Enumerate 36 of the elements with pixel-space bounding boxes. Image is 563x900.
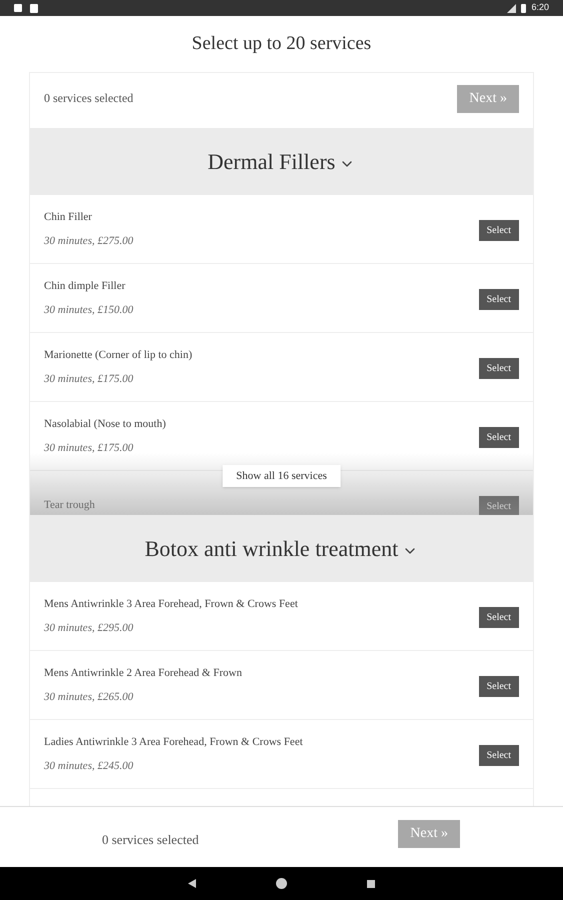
category-title: Dermal Fillers xyxy=(208,148,336,176)
select-button[interactable]: Select xyxy=(478,426,519,448)
service-details: 30 minutes, £150.00 xyxy=(44,303,134,318)
page-title: Select up to 20 services xyxy=(192,32,372,56)
service-name: Tear trough xyxy=(44,498,95,513)
service-name: Mens Antiwrinkle 2 Area Forehead & Frown xyxy=(44,666,242,680)
service-name: Mens Antiwrinkle 3 Area Forehead, Frown & Crows Feet xyxy=(44,596,298,612)
service-details: 30 minutes, £245.00 xyxy=(44,759,134,774)
recents-icon xyxy=(367,880,375,888)
service-name: Marionette (Corner of lip to chin) xyxy=(44,348,192,362)
back-icon xyxy=(188,879,196,888)
select-button[interactable]: Select xyxy=(478,676,519,696)
select-button[interactable]: Select xyxy=(478,744,519,766)
category-title: Botox anti wrinkle treatment xyxy=(144,535,398,563)
service-name: Nasolabial (Nose to mouth) xyxy=(44,416,166,432)
service-name: Ladies Antiwrinkle 3 Area Forehead, Frown & Crows Feet xyxy=(44,734,303,750)
select-button[interactable]: Select xyxy=(478,606,519,628)
service-details: 30 minutes, £175.00 xyxy=(44,441,134,456)
service-details: 30 minutes, £175.00 xyxy=(44,372,134,387)
selected-count: 0 services selected xyxy=(102,831,199,850)
signal-icon xyxy=(507,4,516,12)
selected-count: 0 services selected xyxy=(44,90,134,107)
select-button[interactable]: Select xyxy=(478,220,519,240)
service-details: 30 minutes, £295.00 xyxy=(44,621,134,636)
category-header[interactable]: Botox anti wrinkle treatment xyxy=(30,515,533,582)
service-details: 30 minutes, £265.00 xyxy=(44,690,134,705)
home-icon xyxy=(276,878,287,889)
service-name: Chin dimple Filler xyxy=(44,278,126,294)
service-name: Chin Filler xyxy=(44,210,93,224)
show-all-button[interactable]: Show all 16 services xyxy=(222,464,341,487)
battery-icon xyxy=(521,4,526,12)
status-time: 6:20 xyxy=(531,1,549,14)
select-button[interactable]: Select xyxy=(478,358,519,378)
category-header[interactable]: Dermal Fillers xyxy=(30,128,533,195)
select-button[interactable]: Select xyxy=(478,288,519,310)
service-details: 30 minutes, £275.00 xyxy=(44,234,134,249)
